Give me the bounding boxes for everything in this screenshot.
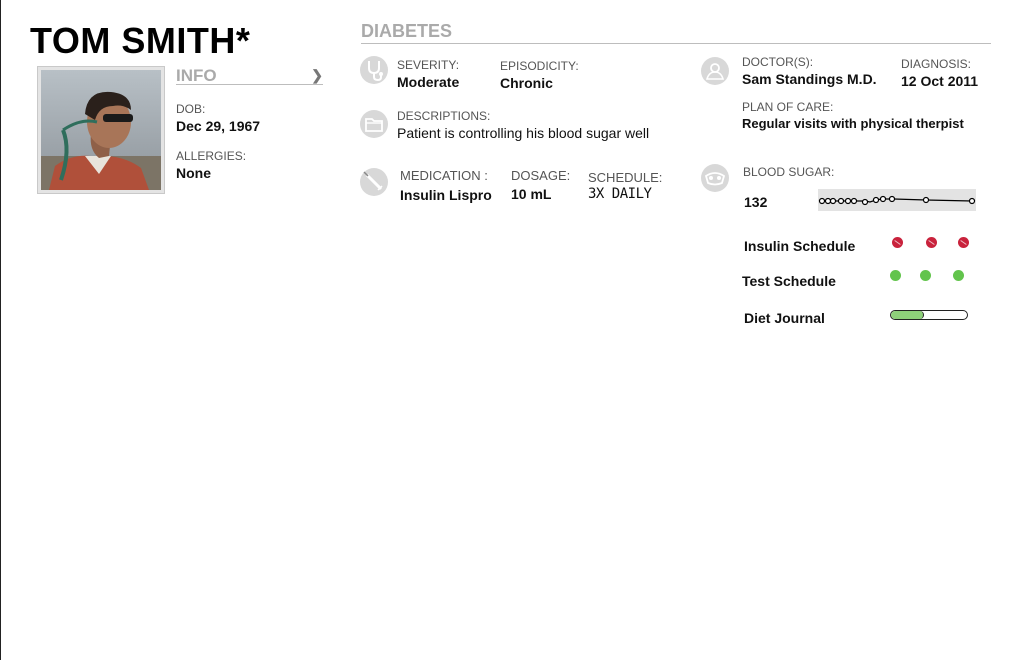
insulin-dose-dot[interactable] xyxy=(958,237,969,248)
condition-title: DIABETES xyxy=(361,21,453,41)
insulin-dose-dot[interactable] xyxy=(892,237,903,248)
blood-sugar-value: 132 xyxy=(744,194,768,210)
left-window-border xyxy=(0,0,1,660)
folder-icon xyxy=(360,110,388,138)
plan-of-care-label: PLAN OF CARE: xyxy=(742,100,834,114)
doctors-label: DOCTOR(S): xyxy=(742,55,814,69)
descriptions-label: DESCRIPTIONS: xyxy=(397,109,491,123)
chevron-right-icon[interactable]: ❯ xyxy=(311,67,323,84)
blood-sugar-trend-chart xyxy=(818,189,976,211)
doctor-icon xyxy=(701,57,729,85)
stethoscope-icon xyxy=(360,56,388,84)
insulin-schedule-label: Insulin Schedule xyxy=(744,238,856,254)
dosage-label: DOSAGE: xyxy=(511,168,571,183)
test-dot[interactable] xyxy=(890,270,901,281)
info-header[interactable]: INFO ❯ xyxy=(176,66,323,85)
dob-label: DOB: xyxy=(176,102,206,116)
allergies-value: None xyxy=(176,165,211,181)
doctor-value: Sam Standings M.D. xyxy=(742,71,877,87)
medication-label: MEDICATION : xyxy=(400,168,488,183)
medication-value: Insulin Lispro xyxy=(400,187,492,203)
diagnosis-label: DIAGNOSIS: xyxy=(901,57,972,71)
diet-journal-progress-fill xyxy=(891,311,924,319)
syringe-icon xyxy=(360,168,388,196)
dob-value: Dec 29, 1967 xyxy=(176,118,261,134)
patient-photo xyxy=(37,66,165,194)
severity-label: SEVERITY: xyxy=(397,58,460,72)
severity-value: Moderate xyxy=(397,74,460,90)
info-title: INFO xyxy=(176,66,217,85)
plan-of-care-value: Regular visits with physical therpist xyxy=(742,116,964,131)
patient-name: TOM SMITH* xyxy=(30,20,251,61)
episodicity-label: EPISODICITY: xyxy=(500,59,579,73)
allergies-label: ALLERGIES: xyxy=(176,149,247,163)
schedule-value: 3X DAILY xyxy=(588,186,652,202)
test-dot[interactable] xyxy=(920,270,931,281)
blood-sugar-meter-icon xyxy=(701,164,729,192)
diet-journal-progress[interactable] xyxy=(890,310,968,320)
test-dot[interactable] xyxy=(953,270,964,281)
insulin-dose-dot[interactable] xyxy=(926,237,937,248)
dosage-value: 10 mL xyxy=(511,186,552,202)
condition-divider xyxy=(361,43,991,44)
diet-journal-label: Diet Journal xyxy=(744,310,825,326)
test-schedule-label: Test Schedule xyxy=(742,273,836,289)
episodicity-value: Chronic xyxy=(500,75,553,91)
description-value: Patient is controlling his blood sugar w… xyxy=(397,125,650,141)
blood-sugar-label: BLOOD SUGAR: xyxy=(743,165,835,179)
diagnosis-value: 12 Oct 2011 xyxy=(901,73,979,89)
schedule-label: SCHEDULE: xyxy=(588,170,663,185)
patient-photo-image xyxy=(41,70,161,190)
